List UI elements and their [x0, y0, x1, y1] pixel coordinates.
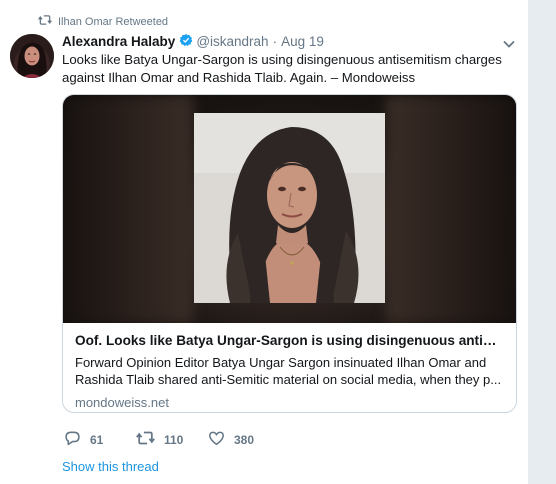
- link-card[interactable]: Oof. Looks like Batya Ungar-Sargon is us…: [62, 94, 517, 413]
- card-description: Forward Opinion Editor Batya Ungar Sargo…: [75, 355, 502, 387]
- retweet-context-text: Ilhan Omar Retweeted: [58, 15, 169, 28]
- heart-icon: [208, 430, 225, 449]
- reply-icon: [64, 430, 81, 449]
- tweet-actions: 61 110 380: [64, 430, 288, 449]
- author-handle[interactable]: @iskandrah: [196, 34, 268, 49]
- card-portrait-photo: [194, 113, 385, 303]
- retweet-count: 110: [164, 432, 184, 447]
- retweet-button[interactable]: 110: [136, 430, 208, 449]
- retweet-icon: [136, 430, 155, 449]
- card-image: [63, 95, 516, 323]
- reply-button[interactable]: 61: [64, 430, 136, 449]
- card-image-blur-right: [386, 95, 516, 323]
- header-separator: ·: [272, 33, 278, 49]
- author-name[interactable]: Alexandra Halaby: [62, 34, 175, 49]
- show-thread-link[interactable]: Show this thread: [62, 459, 159, 474]
- page-gutter: [528, 0, 556, 484]
- like-button[interactable]: 380: [208, 430, 288, 449]
- tweet-text: Looks like Batya Ungar-Sargon is using d…: [62, 52, 502, 85]
- retweet-context[interactable]: Ilhan Omar Retweeted: [38, 14, 168, 29]
- chevron-down-icon[interactable]: [502, 36, 516, 48]
- tweet-header: Alexandra Halaby @iskandrah · Aug 19: [62, 32, 516, 50]
- card-body: Oof. Looks like Batya Ungar-Sargon is us…: [63, 323, 516, 411]
- card-title[interactable]: Oof. Looks like Batya Ungar-Sargon is us…: [75, 332, 504, 350]
- card-domain: mondoweiss.net: [75, 395, 169, 410]
- like-count: 380: [234, 432, 255, 447]
- retweet-icon: [38, 14, 52, 29]
- tweet[interactable]: Ilhan Omar Retweeted Alexandra Halaby @i…: [0, 0, 528, 484]
- tweet-date[interactable]: Aug 19: [281, 34, 324, 49]
- avatar[interactable]: [10, 34, 54, 78]
- card-image-blur-left: [63, 95, 193, 323]
- reply-count: 61: [90, 432, 104, 447]
- verified-badge-icon: [175, 33, 196, 50]
- page: Ilhan Omar Retweeted Alexandra Halaby @i…: [0, 0, 556, 484]
